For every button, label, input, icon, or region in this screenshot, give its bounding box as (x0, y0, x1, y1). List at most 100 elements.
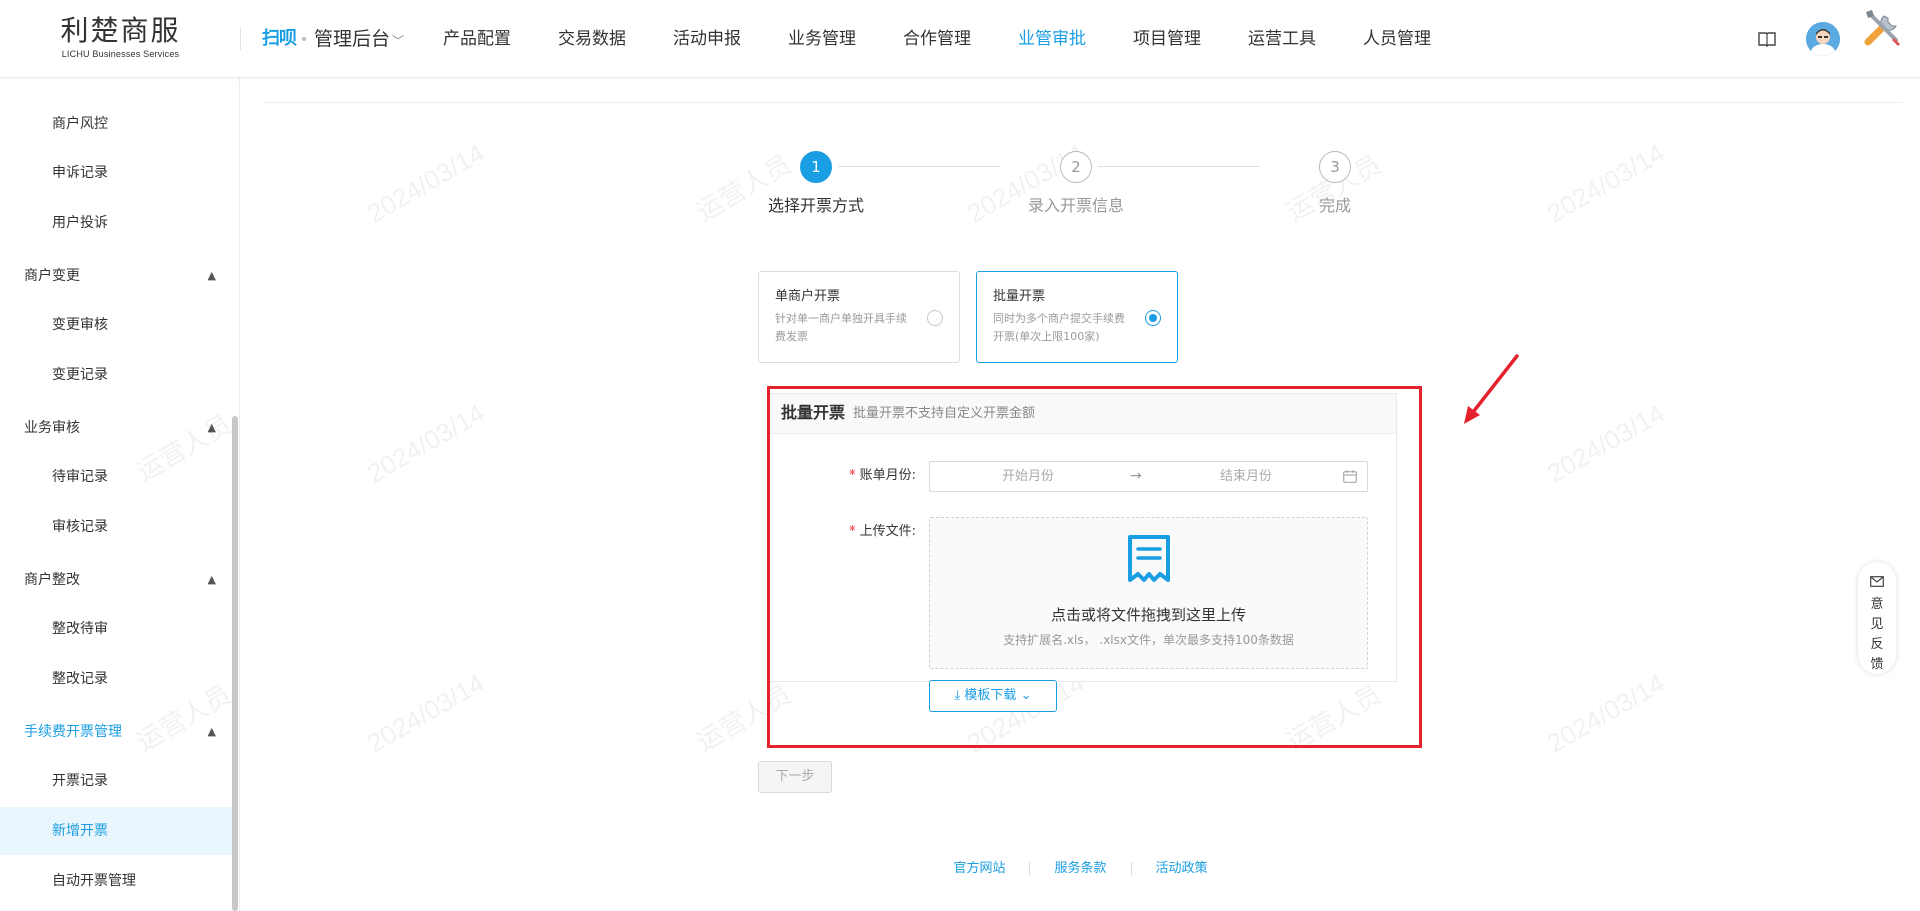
footer-link-terms[interactable]: 服务条款 (1030, 862, 1132, 876)
admin-switch-label: 管理后台 (314, 28, 391, 50)
sidebar-item-change-review[interactable]: 变更审核 (0, 301, 232, 349)
brand-mark: 扫呗 (262, 28, 297, 49)
radio-single-merchant[interactable] (927, 310, 943, 326)
watermark-text: 2024/03/14 (1541, 137, 1670, 229)
chevron-down-icon: ⌄ (1016, 688, 1032, 703)
header-divider (240, 28, 241, 50)
sidebar-item-merchant-risk[interactable]: 商户风控 (0, 100, 232, 148)
sidebar-item-rectify-pending[interactable]: 整改待审 (0, 605, 232, 653)
template-download-button[interactable]: ⤓ 模板下载 ⌄ (929, 680, 1057, 712)
book-icon[interactable] (1758, 31, 1776, 47)
watermark: 2024/03/14 (1542, 398, 1670, 490)
mail-icon (1870, 576, 1884, 587)
nav-item-partner[interactable]: 合作管理 (903, 26, 971, 52)
sidebar-item-change-records[interactable]: 变更记录 (0, 351, 232, 399)
start-month-input[interactable]: 开始月份 (1002, 462, 1054, 491)
sidebar-group-label: 商户整改 (24, 572, 80, 588)
step-2: 2 录入开票信息 (1006, 151, 1146, 216)
sidebar-group-merchant-rectify[interactable]: 商户整改 ▲ (0, 556, 232, 604)
step-number: 1 (800, 151, 832, 183)
logo-text-cn: 利楚商服 (60, 14, 181, 47)
step-number: 2 (1060, 151, 1092, 183)
sidebar-item-new-invoice[interactable]: 新增开票 (0, 807, 232, 855)
nav-item-product-config[interactable]: 产品配置 (443, 26, 511, 52)
upload-file-label-text: 上传文件: (859, 524, 916, 539)
sidebar-group-business-review[interactable]: 业务审核 ▲ (0, 404, 232, 452)
option-description: 针对单一商户单独开具手续费发票 (775, 312, 907, 343)
sidebar-item-pending-records[interactable]: 待审记录 (0, 453, 232, 501)
step-label: 完成 (1318, 196, 1351, 215)
upload-file-label: * 上传文件: (826, 517, 916, 547)
option-single-merchant[interactable]: 单商户开票 针对单一商户单独开具手续费发票 (758, 271, 960, 363)
option-description: 同时为多个商户提交手续费开票(单次上限100家) (993, 312, 1125, 343)
main-nav: 产品配置 交易数据 活动申报 业务管理 合作管理 业管审批 项目管理 运营工具 … (443, 26, 1478, 52)
panel-header: 批量开票 批量开票不支持自定义开票金额 (769, 394, 1396, 434)
sidebar-item-rectify-records[interactable]: 整改记录 (0, 655, 232, 703)
footer-link-activity-policy[interactable]: 活动政策 (1132, 862, 1232, 876)
watermark-text: 2024/03/14 (1541, 397, 1670, 489)
next-step-button[interactable]: 下一步 (758, 761, 832, 793)
top-header: 利楚商服 LICHU Businesses Services 扫呗 管理后台 ﹀ … (0, 0, 1920, 78)
sidebar: 商户风控 申诉记录 用户投诉 商户变更 ▲ 变更审核 变更记录 业务审核 ▲ 待审记… (0, 78, 240, 911)
chevron-up-icon: ▲ (207, 725, 216, 738)
step-number: 3 (1319, 151, 1351, 183)
sidebar-item-user-complaints[interactable]: 用户投诉 (0, 199, 232, 247)
step-1: 1 选择开票方式 (746, 151, 886, 216)
nav-item-activity[interactable]: 活动申报 (673, 26, 741, 52)
file-upload-dropzone[interactable]: 点击或将文件拖拽到这里上传 支持扩展名.xls， .xlsx文件，单次最多支持1… (929, 517, 1368, 669)
watermark: 运营人员 (1279, 674, 1388, 758)
sidebar-group-invoice-management[interactable]: 手续费开票管理 ▲ (0, 708, 232, 756)
step-label: 选择开票方式 (767, 196, 864, 215)
sidebar-item-review-records[interactable]: 审核记录 (0, 503, 232, 551)
document-upload-icon (1128, 535, 1170, 582)
watermark: 2024/03/14 (362, 398, 490, 490)
template-download-label: 模板下载 (964, 688, 1017, 703)
admin-switch[interactable]: 管理后台 ﹀ (314, 26, 404, 54)
watermark-text: 2024/03/14 (1541, 667, 1670, 759)
watermark: 运营人员 (689, 674, 798, 758)
step-3: 3 完成 (1265, 151, 1405, 216)
sidebar-item-invoice-records[interactable]: 开票记录 (0, 757, 232, 805)
option-title: 单商户开票 (775, 289, 841, 304)
footer-link-official-site[interactable]: 官方网站 (929, 862, 1031, 876)
required-mark: * (849, 524, 856, 539)
nav-item-business[interactable]: 业务管理 (788, 26, 856, 52)
nav-item-staff[interactable]: 人员管理 (1363, 26, 1431, 52)
user-avatar-icon (1806, 22, 1840, 56)
nav-item-trade-data[interactable]: 交易数据 (558, 26, 626, 52)
watermark-text: 运营人员 (1281, 678, 1387, 757)
tools-icon[interactable] (1860, 6, 1906, 52)
required-mark: * (849, 468, 856, 483)
panel-subtitle: 批量开票不支持自定义开票金额 (853, 406, 1036, 421)
feedback-label: 意见反馈 (1870, 597, 1884, 672)
sidebar-scrollbar[interactable] (232, 416, 238, 911)
sidebar-group-merchant-change[interactable]: 商户变更 ▲ (0, 252, 232, 300)
bill-month-range-picker[interactable]: 开始月份 → 结束月份 (929, 461, 1368, 492)
download-icon: ⤓ (954, 688, 965, 703)
sidebar-item-auto-invoice[interactable]: 自动开票管理 (0, 857, 232, 905)
step-label: 录入开票信息 (1027, 196, 1124, 215)
watermark-text: 2024/03/14 (361, 137, 490, 229)
option-batch[interactable]: 批量开票 同时为多个商户提交手续费开票(单次上限100家) (976, 271, 1178, 363)
nav-item-approval[interactable]: 业管审批 (1018, 26, 1086, 52)
upload-hint: 支持扩展名.xls， .xlsx文件，单次最多支持100条数据 (1003, 633, 1294, 647)
watermark-text: 2024/03/14 (361, 667, 490, 759)
bill-month-label: * 账单月份: (826, 461, 916, 491)
calendar-icon (1343, 470, 1357, 483)
logo[interactable]: 利楚商服 LICHU Businesses Services (58, 14, 183, 60)
option-title: 批量开票 (993, 289, 1046, 304)
radio-batch[interactable] (1145, 310, 1161, 326)
avatar[interactable] (1806, 22, 1840, 56)
annotation-arrow-icon (1464, 354, 1519, 424)
nav-item-project[interactable]: 项目管理 (1133, 26, 1201, 52)
feedback-tab[interactable]: 意见反馈 (1858, 562, 1896, 674)
logo-text-en: LICHU Businesses Services (61, 49, 180, 59)
nav-item-ops-tools[interactable]: 运营工具 (1248, 26, 1316, 52)
watermark: 2024/03/14 (1542, 138, 1670, 230)
sidebar-item-appeal-records[interactable]: 申诉记录 (0, 149, 232, 197)
end-month-input[interactable]: 结束月份 (1220, 462, 1272, 491)
sidebar-group-label: 商户变更 (24, 268, 80, 284)
sidebar-group-label: 手续费开票管理 (24, 724, 122, 740)
chevron-up-icon: ▲ (207, 573, 216, 586)
watermark: 2024/03/14 (362, 668, 490, 760)
